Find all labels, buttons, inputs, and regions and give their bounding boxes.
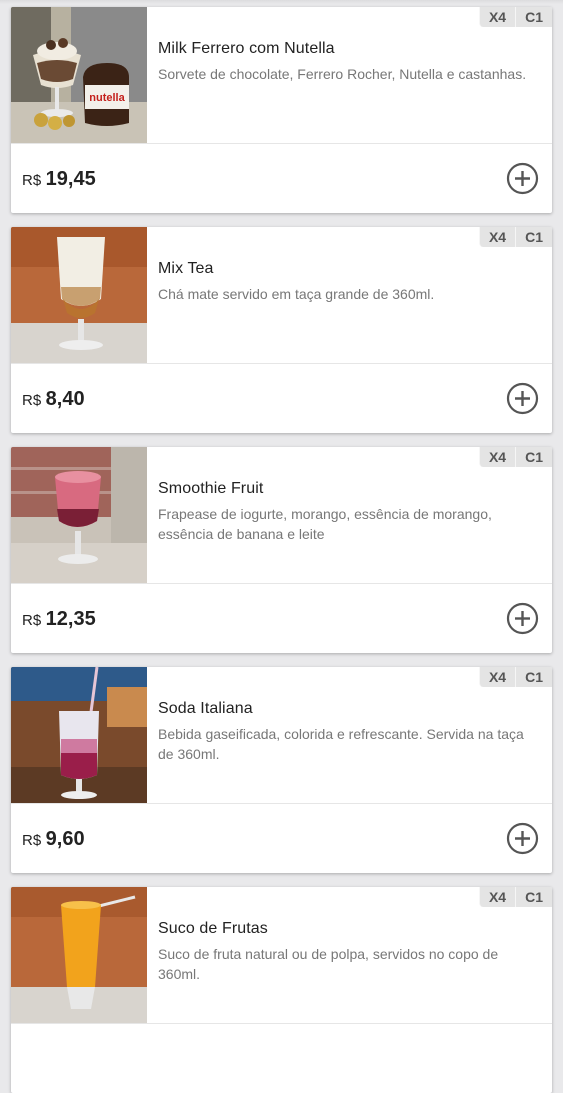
- tag-label: C1: [515, 667, 552, 687]
- milkshake-nutella-photo-icon: nutella: [11, 7, 147, 143]
- plus-circle-icon: [506, 602, 539, 635]
- product-tags: X4 C1: [478, 7, 552, 27]
- product-card-footer: R$ 19,45: [11, 144, 552, 213]
- price-currency: R$: [22, 612, 42, 629]
- product-card-footer: R$ 9,60: [11, 804, 552, 873]
- tag-label: X4: [478, 7, 516, 27]
- tag-label: C1: [515, 227, 552, 247]
- product-card-header: nutella X4 C1 Milk Ferrero com Nutella S…: [11, 7, 552, 144]
- tag-label: C1: [515, 447, 552, 467]
- price-value: 12,35: [45, 608, 96, 630]
- product-name: Smoothie Fruit: [158, 480, 264, 497]
- product-card-header: X4 C1 Smoothie Fruit Frapease de iogurte…: [11, 447, 552, 584]
- price-currency: R$: [22, 392, 42, 409]
- product-image: [11, 227, 147, 363]
- product-card-header: X4 C1 Mix Tea Chá mate servido em taça g…: [11, 227, 552, 364]
- product-description: Suco de fruta natural ou de polpa, servi…: [158, 946, 499, 982]
- product-card[interactable]: X4 C1 Suco de Frutas Suco de fruta natur…: [11, 887, 552, 1093]
- product-tags: X4 C1: [478, 447, 552, 467]
- plus-circle-icon: [506, 382, 539, 415]
- product-name: Milk Ferrero com Nutella: [158, 40, 335, 57]
- product-price: R$ 12,35: [22, 608, 96, 631]
- tag-label: X4: [478, 667, 516, 687]
- product-description: Sorvete de chocolate, Ferrero Rocher, Nu…: [158, 66, 527, 82]
- product-card-footer: R$ 12,35: [11, 584, 552, 653]
- price-value: 8,40: [45, 388, 85, 410]
- product-card[interactable]: X4 C1 Soda Italiana Bebida gaseificada, …: [11, 667, 552, 873]
- product-price: R$ 9,60: [22, 828, 85, 851]
- product-image: [11, 447, 147, 583]
- product-tags: X4 C1: [478, 667, 552, 687]
- tag-label: C1: [515, 887, 552, 907]
- product-card[interactable]: nutella X4 C1 Milk Ferrero com Nutella S…: [11, 7, 552, 213]
- product-card[interactable]: X4 C1 Smoothie Fruit Frapease de iogurte…: [11, 447, 552, 653]
- smoothie-glass-photo-icon: [11, 447, 147, 583]
- product-description: Frapease de iogurte, morango, essência d…: [158, 506, 492, 542]
- price-currency: R$: [22, 832, 42, 849]
- top-edge: [0, 0, 563, 4]
- tag-label: X4: [478, 887, 516, 907]
- add-to-cart-button[interactable]: [506, 382, 539, 415]
- product-tags: X4 C1: [478, 887, 552, 907]
- tea-glass-photo-icon: [11, 227, 147, 363]
- product-description: Chá mate servido em taça grande de 360ml…: [158, 286, 435, 302]
- product-image: [11, 667, 147, 803]
- soda-glass-photo-icon: [11, 667, 147, 803]
- tag-label: X4: [478, 447, 516, 467]
- nutella-logo-text: nutella: [89, 92, 125, 104]
- plus-circle-icon: [506, 822, 539, 855]
- tag-label: X4: [478, 227, 516, 247]
- add-to-cart-button[interactable]: [506, 602, 539, 635]
- price-currency: R$: [22, 172, 42, 189]
- product-name: Mix Tea: [158, 260, 214, 277]
- product-name: Soda Italiana: [158, 700, 253, 717]
- add-to-cart-button[interactable]: [506, 822, 539, 855]
- product-card-footer: R$ 8,40: [11, 364, 552, 433]
- add-to-cart-button[interactable]: [506, 162, 539, 195]
- product-description: Bebida gaseificada, colorida e refrescan…: [158, 726, 524, 762]
- juice-glass-photo-icon: [11, 887, 147, 1023]
- tag-label: C1: [515, 7, 552, 27]
- plus-circle-icon: [506, 162, 539, 195]
- product-card-header: X4 C1 Suco de Frutas Suco de fruta natur…: [11, 887, 552, 1024]
- product-image: [11, 887, 147, 1023]
- product-price: R$ 8,40: [22, 388, 85, 411]
- product-price: R$ 19,45: [22, 168, 96, 191]
- product-card-header: X4 C1 Soda Italiana Bebida gaseificada, …: [11, 667, 552, 804]
- price-value: 9,60: [45, 828, 85, 850]
- product-name: Suco de Frutas: [158, 920, 268, 937]
- product-card[interactable]: X4 C1 Mix Tea Chá mate servido em taça g…: [11, 227, 552, 433]
- product-image: nutella: [11, 7, 147, 143]
- price-value: 19,45: [45, 168, 96, 190]
- product-tags: X4 C1: [478, 227, 552, 247]
